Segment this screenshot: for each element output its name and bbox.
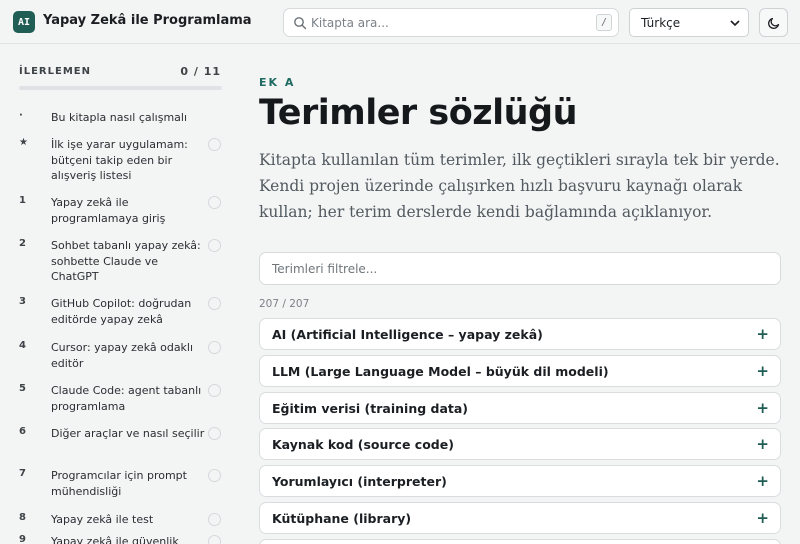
chapter-label: Programcılar için prompt mühendisliği <box>51 469 187 498</box>
chapter-number: 9 <box>19 534 26 544</box>
chapter-number: · <box>19 110 23 121</box>
expand-icon[interactable]: + <box>756 472 769 490</box>
glossary-term-row[interactable]: AI (Artificial Intelligence – yapay zekâ… <box>259 318 781 350</box>
chapter-complete-checkbox[interactable] <box>208 196 221 209</box>
search-shortcut-hint: / <box>596 14 612 31</box>
chapter-label: Cursor: yapay zekâ odaklı editör <box>51 341 194 370</box>
theme-toggle-button[interactable] <box>759 8 788 37</box>
language-select[interactable]: Türkçe <box>629 8 749 37</box>
app-title[interactable]: Yapay Zekâ ile Programlama <box>43 13 252 28</box>
glossary-term-label: AI (Artificial Intelligence – yapay zekâ… <box>272 327 543 342</box>
glossary-term-row[interactable]: Yorumlayıcı (interpreter) + <box>259 465 781 498</box>
top-bar: AI Yapay Zekâ ile Programlama / Türkçe <box>0 0 800 44</box>
main-content: EK A Terimler sözlüğü Kitapta kullanılan… <box>259 45 781 544</box>
sidebar: İLERLEMEN 0 / 11 · Bu kitapla nasıl çalış… <box>0 45 240 544</box>
glossary-term-label: Kaynak kod (source code) <box>272 437 454 453</box>
moon-icon <box>768 17 780 29</box>
chapter-number: 5 <box>19 383 26 394</box>
page-intro: Kitapta kullanılan tüm terimler, ilk geç… <box>259 151 780 221</box>
appendix-label: EK A <box>259 76 296 89</box>
expand-icon[interactable]: + <box>756 362 769 380</box>
chapter-complete-checkbox[interactable] <box>208 427 221 440</box>
chapter-complete-checkbox[interactable] <box>208 297 221 310</box>
term-filter-input[interactable] <box>272 260 762 278</box>
search-icon <box>294 17 307 30</box>
chapter-number: 1 <box>19 195 26 206</box>
chapter-label: Bu kitapla nasıl çalışmalı <box>51 111 188 124</box>
glossary-term-label: Eğitim verisi (training data) <box>272 400 469 416</box>
chapter-label: GitHub Copilot: doğrudan editörde yapay … <box>51 297 192 326</box>
chapter-label: Sohbet tabanlı yapay zekâ: sohbette Clau… <box>51 239 201 283</box>
chapter-number: 2 <box>19 238 26 249</box>
chapter-label: Diğer araçlar ve nasıl seçilir <box>51 427 205 440</box>
chapter-label: Yapay zekâ ile test <box>51 513 154 526</box>
chapter-number: ★ <box>19 137 28 148</box>
glossary-term-label: Kütüphane (library) <box>272 511 412 526</box>
progress-count: 0 / 11 <box>180 65 221 78</box>
chapter-complete-checkbox[interactable] <box>208 513 221 526</box>
chapter-complete-checkbox[interactable] <box>208 341 221 354</box>
term-filter-box[interactable] <box>259 252 781 285</box>
chapter-number: 7 <box>19 468 26 479</box>
chapter-number: 6 <box>19 426 26 437</box>
page-title: Terimler sözlüğü <box>259 93 578 133</box>
chevron-down-icon <box>730 20 740 27</box>
language-select-value: Türkçe <box>641 16 681 30</box>
chapter-complete-checkbox[interactable] <box>208 138 221 151</box>
glossary-term-row[interactable] <box>259 538 781 544</box>
expand-icon[interactable]: + <box>756 435 769 453</box>
chapter-complete-checkbox[interactable] <box>208 535 221 544</box>
chapter-label: Yapay zekâ ile programlamaya giriş <box>51 196 166 225</box>
chapter-number: 3 <box>19 296 26 307</box>
chapter-number: 8 <box>19 512 26 523</box>
expand-icon[interactable]: + <box>756 325 769 343</box>
chapter-complete-checkbox[interactable] <box>208 239 221 252</box>
app-logo[interactable]: AI <box>13 11 35 33</box>
chapter-label: Claude Code: agent tabanlı programlama <box>51 384 202 413</box>
expand-icon[interactable]: + <box>756 509 769 527</box>
glossary-term-row[interactable]: Eğitim verisi (training data) + <box>259 391 781 424</box>
glossary-term-row[interactable]: LLM (Large Language Model – büyük dil mo… <box>259 354 781 387</box>
chapter-number: 4 <box>19 340 26 351</box>
term-count: 207 / 207 <box>259 298 310 310</box>
progress-label: İLERLEMEN <box>19 66 91 77</box>
chapter-label: İlk işe yarar uygulamam: bütçeni takip e… <box>51 138 188 182</box>
glossary-term-row[interactable]: Kaynak kod (source code) + <box>259 428 781 461</box>
search-box[interactable]: / <box>283 8 619 37</box>
expand-icon[interactable]: + <box>756 399 769 417</box>
chapter-label: Yapay zekâ ile güvenlik <box>51 535 179 544</box>
glossary-term-label: LLM (Large Language Model – büyük dil mo… <box>272 363 609 379</box>
chapter-complete-checkbox[interactable] <box>208 384 221 397</box>
chapter-complete-checkbox[interactable] <box>208 469 221 482</box>
progress-bar <box>19 86 222 90</box>
glossary-term-row[interactable]: Kütüphane (library) + <box>259 502 781 534</box>
search-input[interactable] <box>311 13 581 33</box>
glossary-term-label: Yorumlayıcı (interpreter) <box>272 474 447 490</box>
